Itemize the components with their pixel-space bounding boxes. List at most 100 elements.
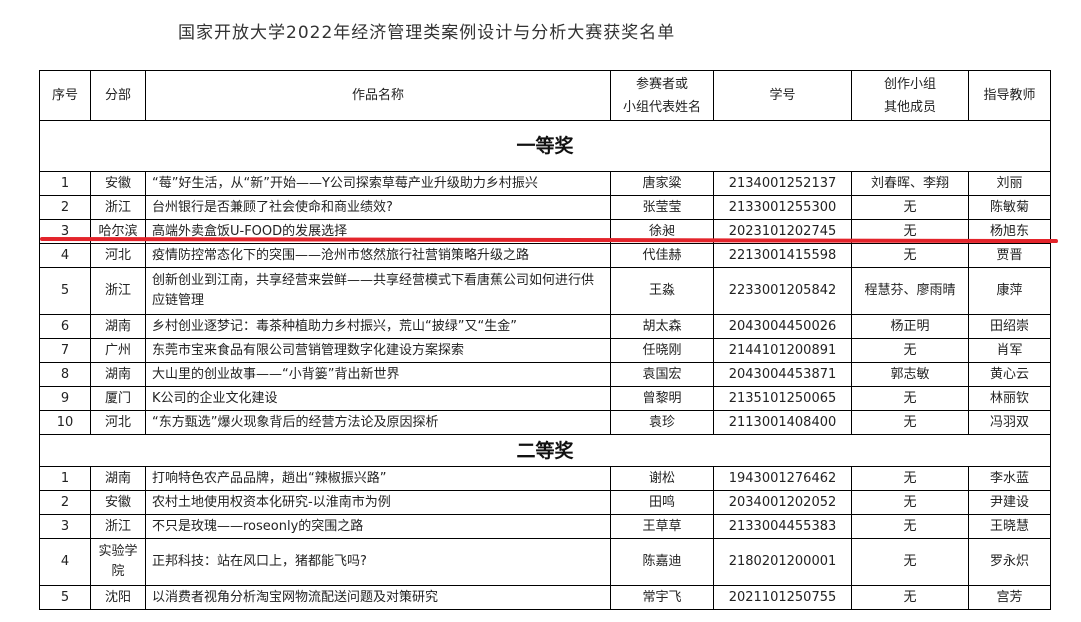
cell-members: 无 [851,538,969,586]
header-rep-line1: 参赛者或 [635,76,688,92]
cell-teacher: 王晓慧 [968,514,1051,539]
cell-student-id: 2133004455383 [713,514,852,539]
cell-members: 无 [851,585,969,610]
header-members-line2: 其他成员 [883,99,936,115]
cell-rep: 唐家粱 [610,171,714,196]
cell-members: 无 [851,195,969,220]
cell-teacher: 刘丽 [968,171,1051,196]
cell-rep: 田鸣 [610,490,714,515]
cell-work: 创新创业到江南，共享经营来尝鲜——共享经营模式下看唐蕉公司如何进行供应链管理 [145,267,611,315]
cell-rep: 陈嘉迪 [610,538,714,586]
cell-seq: 1 [39,466,91,491]
table-body: 一等奖 1 安徽 “莓”好生活，从“新”开始——Y公司探索草莓产业升级助力乡村振兴 唐家… [39,120,1051,610]
cell-teacher: 林丽钦 [968,386,1051,411]
cell-work: “莓”好生活，从“新”开始——Y公司探索草莓产业升级助力乡村振兴 [145,171,611,196]
cell-student-id: 1943001276462 [713,466,852,491]
cell-rep: 常宇飞 [610,585,714,610]
cell-branch: 湖南 [90,466,146,491]
cell-student-id: 2113001408400 [713,410,852,435]
header-branch: 分部 [90,70,146,121]
cell-branch: 浙江 [90,195,146,220]
cell-work: 乡村创业逐梦记：毒茶种植助力乡村振兴，荒山“披绿”又“生金” [145,314,611,339]
cell-seq: 2 [39,195,91,220]
table-row: 10 河北 “东方甄选”爆火现象背后的经营方法论及原因探析 袁珍 21130014084… [39,410,1051,435]
cell-teacher: 康萍 [968,267,1051,315]
cell-seq: 2 [39,490,91,515]
table-row: 2 安徽 农村土地使用权资本化研究-以淮南市为例 田鸣 2034001202052 无尹建… [39,490,1051,515]
cell-work: 打响特色农产品品牌，趟出“辣椒振兴路” [145,466,611,491]
cell-rep: 袁珍 [610,410,714,435]
cell-members: 无 [851,490,969,515]
header-teacher: 指导教师 [968,70,1051,121]
section-title: 一等奖 [39,120,1051,172]
cell-members: 程慧芬、廖雨晴 [851,267,969,315]
table-row: 1 安徽 “莓”好生活，从“新”开始——Y公司探索草莓产业升级助力乡村振兴 唐家粱 21… [39,171,1051,196]
cell-seq: 5 [39,585,91,610]
cell-branch: 湖南 [90,362,146,387]
cell-student-id: 2043004450026 [713,314,852,339]
cell-teacher: 肖军 [968,338,1051,363]
cell-student-id: 2135101250065 [713,386,852,411]
header-rep: 参赛者或 小组代表姓名 [610,70,714,121]
cell-seq: 10 [39,410,91,435]
table-row: 7 广州 东莞市宝来食品有限公司营销管理数字化建设方案探索 任晓刚 2144101200… [39,338,1051,363]
award-table: 序号 分部 作品名称 参赛者或 小组代表姓名 学号 创作小组 其他成员 指导教师… [39,70,1051,610]
table-row: 3 浙江 不只是玫瑰——roseonly的突围之路 王草草 2133004455383 无… [39,514,1051,539]
cell-student-id: 2134001252137 [713,171,852,196]
table-row: 4 实验学院 正邦科技：站在风口上，猪都能飞吗? 陈嘉迪 2180201200001 无罗… [39,538,1051,586]
cell-teacher: 李水蓝 [968,466,1051,491]
cell-seq: 5 [39,267,91,315]
table-row: 4 河北 疫情防控常态化下的突围——沧州市悠然旅行社营销策略升级之路 代佳赫 22130… [39,243,1051,268]
cell-work: 疫情防控常态化下的突围——沧州市悠然旅行社营销策略升级之路 [145,243,611,268]
cell-teacher: 罗永炽 [968,538,1051,586]
cell-branch: 安徽 [90,171,146,196]
cell-student-id: 2034001202052 [713,490,852,515]
cell-seq: 7 [39,338,91,363]
cell-teacher: 黄心云 [968,362,1051,387]
header-members: 创作小组 其他成员 [851,70,969,121]
cell-teacher: 尹建设 [968,490,1051,515]
cell-members: 无 [851,514,969,539]
cell-work: 农村土地使用权资本化研究-以淮南市为例 [145,490,611,515]
table-row: 8 湖南 大山里的创业故事——“小背篓”背出新世界 袁国宏 2043004453871 郭… [39,362,1051,387]
cell-work: 台州银行是否兼顾了社会使命和商业绩效? [145,195,611,220]
cell-members: 无 [851,338,969,363]
cell-work: K公司的企业文化建设 [145,386,611,411]
cell-student-id: 2233001205842 [713,267,852,315]
cell-work: 大山里的创业故事——“小背篓”背出新世界 [145,362,611,387]
cell-teacher: 贾晋 [968,243,1051,268]
section-title: 二等奖 [39,434,1051,467]
cell-rep: 王草草 [610,514,714,539]
cell-seq: 6 [39,314,91,339]
cell-branch: 河北 [90,243,146,268]
table-row: 2 浙江 台州银行是否兼顾了社会使命和商业绩效? 张莹莹 2133001255300 无陈… [39,195,1051,220]
cell-branch: 厦门 [90,386,146,411]
cell-rep: 谢松 [610,466,714,491]
cell-teacher: 陈敏菊 [968,195,1051,220]
cell-members: 郭志敏 [851,362,969,387]
section-row: 二等奖 [39,434,1051,467]
header-row: 序号 分部 作品名称 参赛者或 小组代表姓名 学号 创作小组 其他成员 指导教师 [39,70,1051,121]
cell-rep: 曾黎明 [610,386,714,411]
cell-members: 杨正明 [851,314,969,339]
header-student-id: 学号 [713,70,852,121]
cell-members: 无 [851,243,969,268]
header-rep-line2: 小组代表姓名 [622,99,701,115]
cell-rep: 胡太森 [610,314,714,339]
cell-student-id: 2213001415598 [713,243,852,268]
cell-members: 无 [851,466,969,491]
cell-branch: 浙江 [90,514,146,539]
cell-branch: 广州 [90,338,146,363]
cell-seq: 9 [39,386,91,411]
cell-student-id: 2021101250755 [713,585,852,610]
cell-seq: 1 [39,171,91,196]
header-work: 作品名称 [145,70,611,121]
table-row: 6 湖南 乡村创业逐梦记：毒茶种植助力乡村振兴，荒山“披绿”又“生金” 胡太森 2043… [39,314,1051,339]
header-seq: 序号 [39,70,91,121]
cell-branch: 湖南 [90,314,146,339]
cell-work: 以消费者视角分析淘宝网物流配送问题及对策研究 [145,585,611,610]
cell-branch: 安徽 [90,490,146,515]
cell-teacher: 宫芳 [968,585,1051,610]
cell-seq: 3 [39,514,91,539]
cell-branch: 河北 [90,410,146,435]
